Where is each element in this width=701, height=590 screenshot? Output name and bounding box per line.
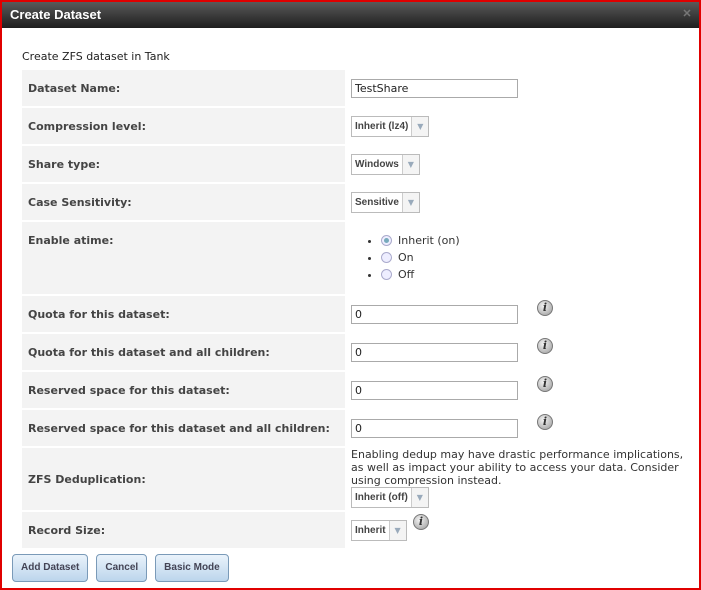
create-dataset-dialog: Create Dataset ✕ Create ZFS dataset in T… xyxy=(0,0,701,590)
atime-option-inherit[interactable]: Inherit (on) xyxy=(381,232,697,249)
record-size-select[interactable]: Inherit ▼ xyxy=(351,519,407,541)
compression-value: Inherit (lz4) xyxy=(355,120,409,132)
compression-select[interactable]: Inherit (lz4) ▼ xyxy=(351,115,430,137)
radio-unchecked[interactable] xyxy=(381,252,393,263)
chevron-down-icon: ▼ xyxy=(401,154,419,174)
basic-mode-button[interactable]: Basic Mode xyxy=(155,554,229,582)
chevron-down-icon: ▼ xyxy=(401,192,419,212)
label-share-type: Share type: xyxy=(22,146,346,182)
radio-checked[interactable] xyxy=(381,235,393,246)
label-reserved-children: Reserved space for this dataset and all … xyxy=(22,410,346,446)
intro-text: Create ZFS dataset in Tank xyxy=(22,50,170,63)
chevron-down-icon: ▼ xyxy=(410,488,428,507)
dedup-select[interactable]: Inherit (off) ▼ xyxy=(351,487,429,508)
add-dataset-button[interactable]: Add Dataset xyxy=(12,554,89,582)
reserved-input[interactable] xyxy=(351,380,519,400)
chevron-down-icon: ▼ xyxy=(411,116,429,136)
close-icon[interactable]: ✕ xyxy=(681,8,693,20)
atime-radio-group: Inherit (on) On Off xyxy=(351,232,697,283)
info-icon[interactable]: i xyxy=(413,514,430,530)
atime-option-on[interactable]: On xyxy=(381,249,697,266)
info-icon[interactable]: i xyxy=(537,414,554,430)
dialog-title: Create Dataset xyxy=(10,7,102,22)
label-dedup: ZFS Deduplication: xyxy=(22,448,346,510)
info-icon[interactable]: i xyxy=(537,300,554,316)
label-record-size: Record Size: xyxy=(22,512,346,548)
info-icon[interactable]: i xyxy=(537,338,554,354)
label-quota-children: Quota for this dataset and all children: xyxy=(22,334,346,370)
label-dataset-name: Dataset Name: xyxy=(22,70,346,106)
case-sensitivity-select[interactable]: Sensitive ▼ xyxy=(351,191,420,213)
atime-option-label: On xyxy=(398,251,414,264)
cancel-button[interactable]: Cancel xyxy=(96,554,148,582)
atime-option-label: Inherit (on) xyxy=(398,234,460,247)
share-type-value: Windows xyxy=(355,158,399,170)
label-case-sensitivity: Case Sensitivity: xyxy=(22,184,346,220)
label-compression: Compression level: xyxy=(22,108,346,144)
radio-unchecked[interactable] xyxy=(381,269,393,280)
dedup-value: Inherit (off) xyxy=(355,492,408,503)
label-atime: Enable atime: xyxy=(22,222,346,294)
quota-input[interactable] xyxy=(351,304,519,324)
record-size-value: Inherit xyxy=(355,524,386,536)
atime-option-off[interactable]: Off xyxy=(381,266,697,283)
dialog-titlebar: Create Dataset ✕ xyxy=(2,2,699,28)
dataset-name-input[interactable] xyxy=(351,78,519,98)
label-quota: Quota for this dataset: xyxy=(22,296,346,332)
case-sensitivity-value: Sensitive xyxy=(355,196,399,208)
atime-option-label: Off xyxy=(398,268,415,281)
chevron-down-icon: ▼ xyxy=(388,520,406,540)
dataset-form: Dataset Name: Compression level: Inherit… xyxy=(20,68,699,550)
quota-children-input[interactable] xyxy=(351,342,519,362)
reserved-children-input[interactable] xyxy=(351,418,519,438)
dedup-warning: Enabling dedup may have drastic performa… xyxy=(351,448,684,487)
share-type-select[interactable]: Windows ▼ xyxy=(351,153,420,175)
info-icon[interactable]: i xyxy=(537,376,554,392)
label-reserved: Reserved space for this dataset: xyxy=(22,372,346,408)
